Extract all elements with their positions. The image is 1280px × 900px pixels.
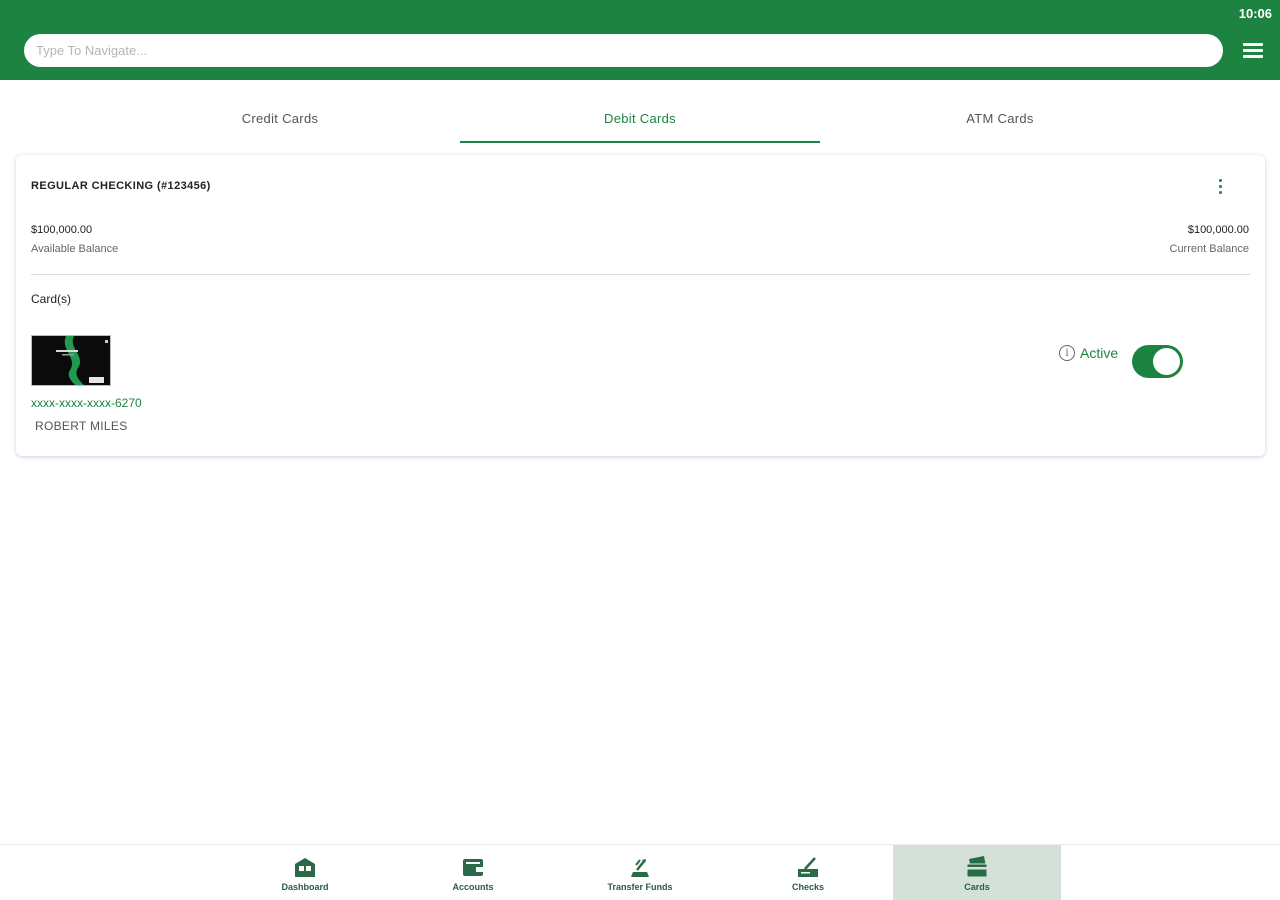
status-time: 10:06	[1238, 6, 1272, 21]
nav-checks[interactable]: Checks	[724, 845, 892, 900]
kebab-menu-icon[interactable]	[1212, 177, 1228, 199]
tab-debit-cards[interactable]: Debit Cards	[460, 100, 820, 144]
nav-dashboard[interactable]: Dashboard	[221, 845, 389, 900]
card-status: i Active	[1059, 345, 1118, 361]
card-artwork-icon	[32, 336, 110, 385]
tab-atm-cards[interactable]: ATM Cards	[820, 100, 1180, 144]
nav-accounts-label: Accounts	[452, 882, 494, 892]
dashboard-icon	[295, 858, 315, 877]
nav-cards-label: Cards	[964, 882, 990, 892]
info-icon[interactable]: i	[1059, 345, 1075, 361]
wallet-icon	[463, 859, 483, 876]
account-card: REGULAR CHECKING (#123456) $100,000.00 A…	[16, 155, 1265, 456]
nav-dashboard-label: Dashboard	[281, 882, 329, 892]
nav-accounts[interactable]: Accounts	[389, 845, 557, 900]
debit-card-image[interactable]	[31, 335, 111, 386]
transfer-icon	[631, 859, 649, 877]
card-status-text: Active	[1080, 345, 1119, 361]
card-type-tabs: Credit Cards Debit Cards ATM Cards	[100, 100, 1180, 144]
check-icon	[798, 857, 818, 877]
account-title: REGULAR CHECKING (#123456)	[31, 180, 211, 192]
app-header: 10:06	[0, 0, 1280, 80]
nav-checks-label: Checks	[791, 882, 825, 892]
nav-transfer-funds-label: Transfer Funds	[607, 882, 673, 892]
card-holder-name: ROBERT MILES	[35, 419, 128, 433]
card-icon	[966, 856, 988, 878]
nav-cards[interactable]: Cards	[893, 845, 1061, 900]
toggle-knob	[1153, 348, 1180, 375]
available-balance-label: Available Balance	[31, 243, 119, 255]
search-box	[24, 34, 1223, 67]
card-number-link[interactable]: xxxx-xxxx-xxxx-6270	[31, 396, 142, 410]
available-balance-amount: $100,000.00	[31, 224, 93, 236]
nav-transfer-funds[interactable]: Transfer Funds	[556, 845, 724, 900]
card-active-toggle[interactable]	[1132, 345, 1183, 378]
available-balance: $100,000.00 Available Balance	[31, 224, 118, 255]
search-input[interactable]	[24, 34, 1223, 67]
cards-section-label: Card(s)	[31, 292, 72, 306]
current-balance: $100,000.00 Current Balance	[1170, 224, 1250, 255]
current-balance-amount: $100,000.00	[1187, 224, 1249, 236]
divider	[31, 274, 1250, 275]
tab-credit-cards[interactable]: Credit Cards	[100, 100, 460, 144]
bottom-navigation: Dashboard Accounts Transfer Funds Checks	[0, 844, 1280, 900]
hamburger-menu-icon[interactable]	[1240, 40, 1266, 64]
current-balance-label: Current Balance	[1169, 243, 1250, 255]
